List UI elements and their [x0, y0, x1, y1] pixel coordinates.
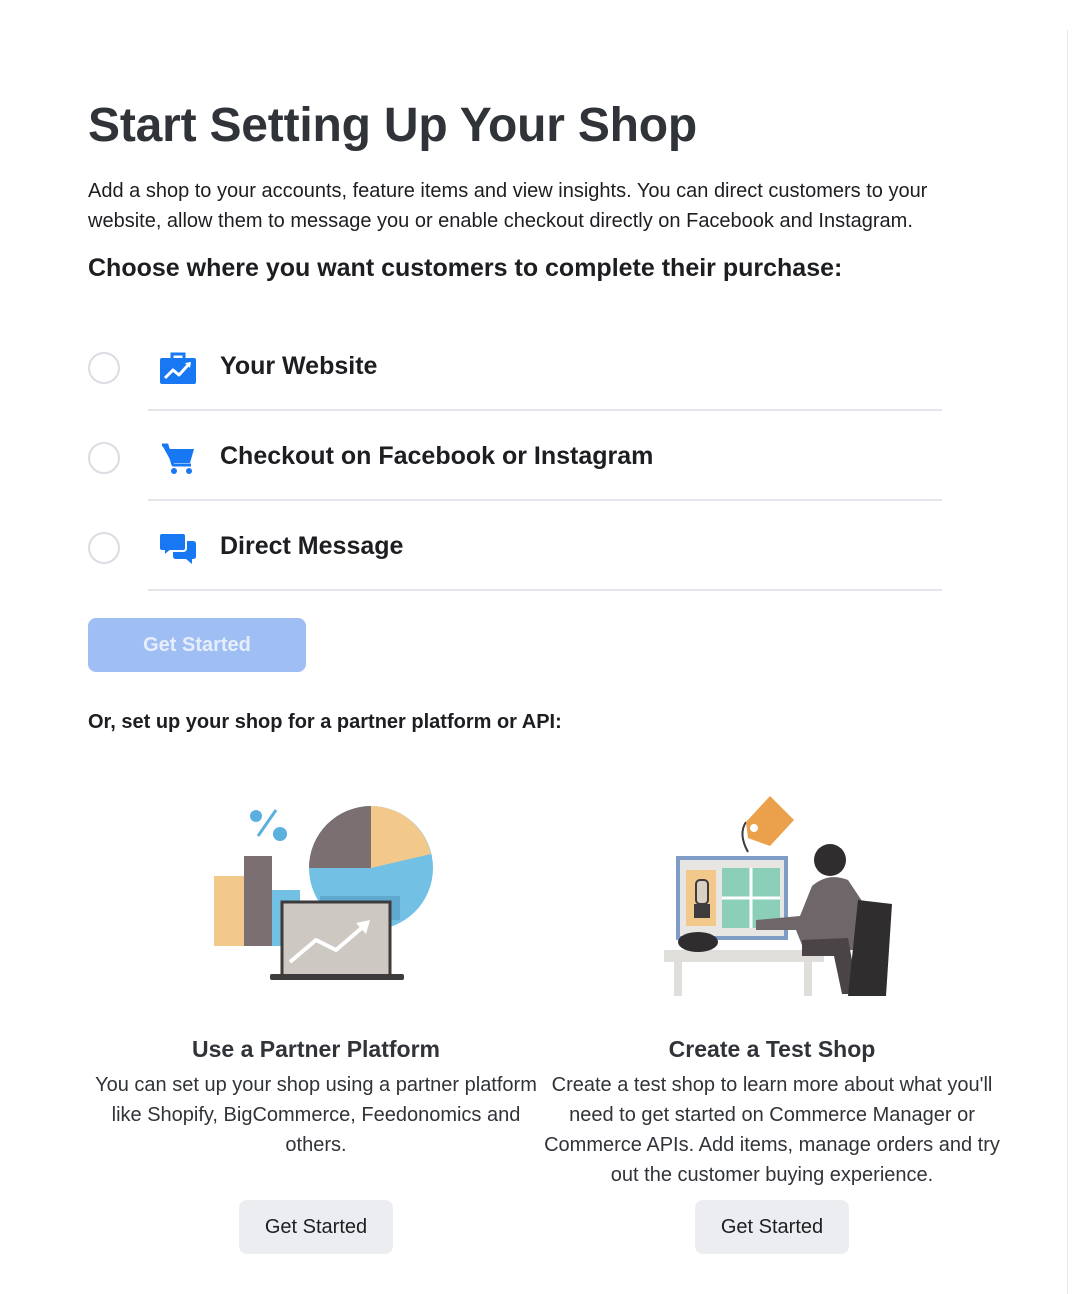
option-your-website[interactable]: Your Website — [88, 321, 942, 411]
option-checkout[interactable]: Checkout on Facebook or Instagram — [88, 411, 942, 501]
test-shop-illustration — [664, 796, 892, 996]
page-title: Start Setting Up Your Shop — [88, 99, 698, 152]
radio-your-website[interactable] — [88, 352, 120, 384]
test-shop-card: Create a Test Shop Create a test shop to… — [542, 780, 1002, 1254]
radio-direct-message[interactable] — [88, 532, 120, 564]
partner-platform-description: You can set up your shop using a partner… — [95, 1074, 537, 1156]
get-started-button[interactable]: Get Started — [88, 618, 306, 672]
intro-text: Add a shop to your accounts, feature ite… — [88, 180, 928, 232]
test-shop-get-started-button[interactable]: Get Started — [695, 1200, 849, 1254]
partner-platform-card: Use a Partner Platform You can set up yo… — [86, 780, 546, 1254]
option-divider — [148, 589, 942, 591]
partner-platform-illustration — [214, 806, 433, 980]
radio-checkout[interactable] — [88, 442, 120, 474]
option-label-direct-message: Direct Message — [220, 532, 404, 560]
option-label-checkout: Checkout on Facebook or Instagram — [220, 442, 654, 470]
option-direct-message[interactable]: Direct Message — [88, 501, 942, 591]
purchase-location-heading: Choose where you want customers to compl… — [88, 254, 843, 282]
shopping-cart-icon — [162, 443, 194, 474]
partner-platform-title: Use a Partner Platform — [192, 1036, 440, 1062]
partner-heading: Or, set up your shop for a partner platf… — [88, 711, 562, 733]
test-shop-title: Create a Test Shop — [668, 1036, 876, 1062]
partner-platform-get-started-button[interactable]: Get Started — [239, 1200, 393, 1254]
scrollbar-edge — [1067, 30, 1068, 1294]
briefcase-chart-icon — [160, 352, 196, 384]
chat-bubbles-icon — [159, 532, 196, 564]
option-label-your-website: Your Website — [220, 352, 378, 380]
test-shop-description: Create a test shop to learn more about w… — [544, 1074, 1000, 1186]
